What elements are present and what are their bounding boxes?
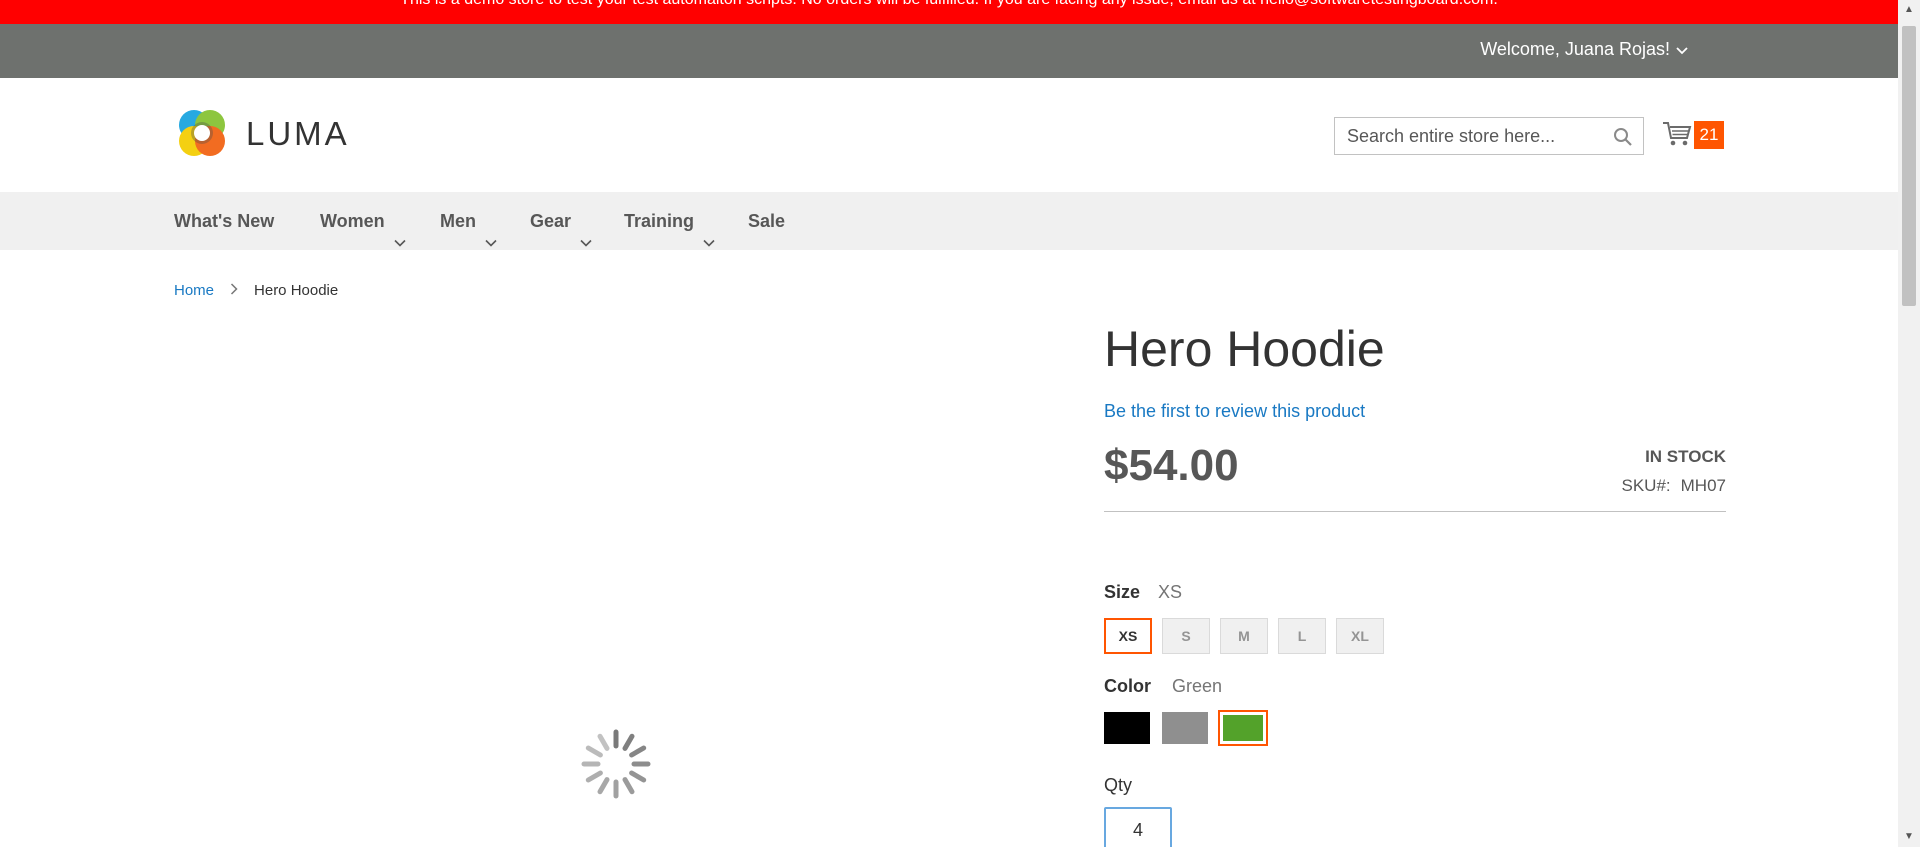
size-swatch-m[interactable]: M [1220,618,1268,654]
nav-item-sale[interactable]: Sale [748,192,785,250]
page: This is a demo store to test your test a… [0,0,1898,847]
size-swatch-xs[interactable]: XS [1104,618,1152,654]
loading-spinner-icon [576,724,656,804]
stock-status: IN STOCK [1645,447,1726,466]
product-price: $54.00 [1104,441,1239,490]
nav-item-label: What's New [174,211,275,231]
size-selected-value: XS [1158,582,1183,602]
nav-item-women[interactable]: Women [320,192,407,250]
logo-text: LUMA [246,115,350,152]
divider [1104,511,1726,512]
chevron-down-icon [579,215,593,247]
chevron-right-icon [230,282,238,299]
main-navigation: What's New Women Men Gear Training Sale [0,192,1898,250]
customer-menu-toggle[interactable]: Welcome, Juana Rojas! [1480,39,1688,60]
add-review-link[interactable]: Be the first to review this product [1104,401,1365,422]
product-title: Hero Hoodie [1104,321,1385,377]
page-scrollbar[interactable]: ▲ ▼ [1898,0,1920,847]
size-option-label: Size [1104,582,1141,602]
nav-item-men[interactable]: Men [440,192,498,250]
search-input[interactable] [1345,118,1619,154]
search-box [1334,117,1644,155]
breadcrumb: Home Hero Hoodie [174,282,338,299]
sku-label: SKU#: [1621,476,1671,495]
nav-item-label: Training [624,211,695,231]
color-selected-value: Green [1172,676,1223,696]
product-gallery [174,320,1054,847]
top-bar: Welcome, Juana Rojas! [0,24,1898,78]
luma-logo[interactable]: LUMA [174,105,364,163]
breadcrumb-current: Hero Hoodie [254,282,339,299]
color-swatch-green[interactable] [1218,710,1268,746]
cart-icon [1662,120,1692,148]
search-icon[interactable] [1613,127,1633,147]
demo-notice-banner: This is a demo store to test your test a… [0,0,1898,24]
chevron-down-icon [484,215,498,247]
breadcrumb-home-link[interactable]: Home [174,282,214,299]
demo-notice-text: This is a demo store to test your test a… [400,0,1498,8]
minicart-button[interactable]: 21 [1662,118,1726,154]
size-swatch-l[interactable]: L [1278,618,1326,654]
nav-item-whats-new[interactable]: What's New [174,192,274,250]
nav-item-label: Sale [748,211,786,231]
chevron-down-icon [393,215,407,247]
nav-item-gear[interactable]: Gear [530,192,593,250]
color-swatch-gray[interactable] [1162,712,1208,744]
welcome-message: Welcome, Juana Rojas! [1480,39,1670,59]
size-swatch-xl[interactable]: XL [1336,618,1384,654]
qty-input[interactable] [1104,807,1172,847]
nav-item-label: Women [320,211,385,231]
scrollbar-thumb[interactable] [1902,26,1916,306]
qty-label: Qty [1104,775,1133,795]
scroll-up-icon[interactable]: ▲ [1903,4,1915,16]
nav-item-training[interactable]: Training [624,192,716,250]
scroll-down-icon[interactable]: ▼ [1903,831,1915,843]
cart-count-badge: 21 [1694,121,1724,149]
luma-logo-icon [179,110,225,156]
color-swatch-black[interactable] [1104,712,1150,744]
color-option-label: Color [1104,676,1151,696]
nav-item-label: Gear [530,211,572,231]
sku-value: MH07 [1680,476,1726,495]
product-sku: SKU#: MH07 [1622,476,1727,496]
chevron-down-icon [702,215,716,247]
chevron-down-icon [1676,44,1688,58]
site-header: LUMA 21 [0,78,1898,192]
size-swatch-s[interactable]: S [1162,618,1210,654]
nav-item-label: Men [440,211,476,231]
